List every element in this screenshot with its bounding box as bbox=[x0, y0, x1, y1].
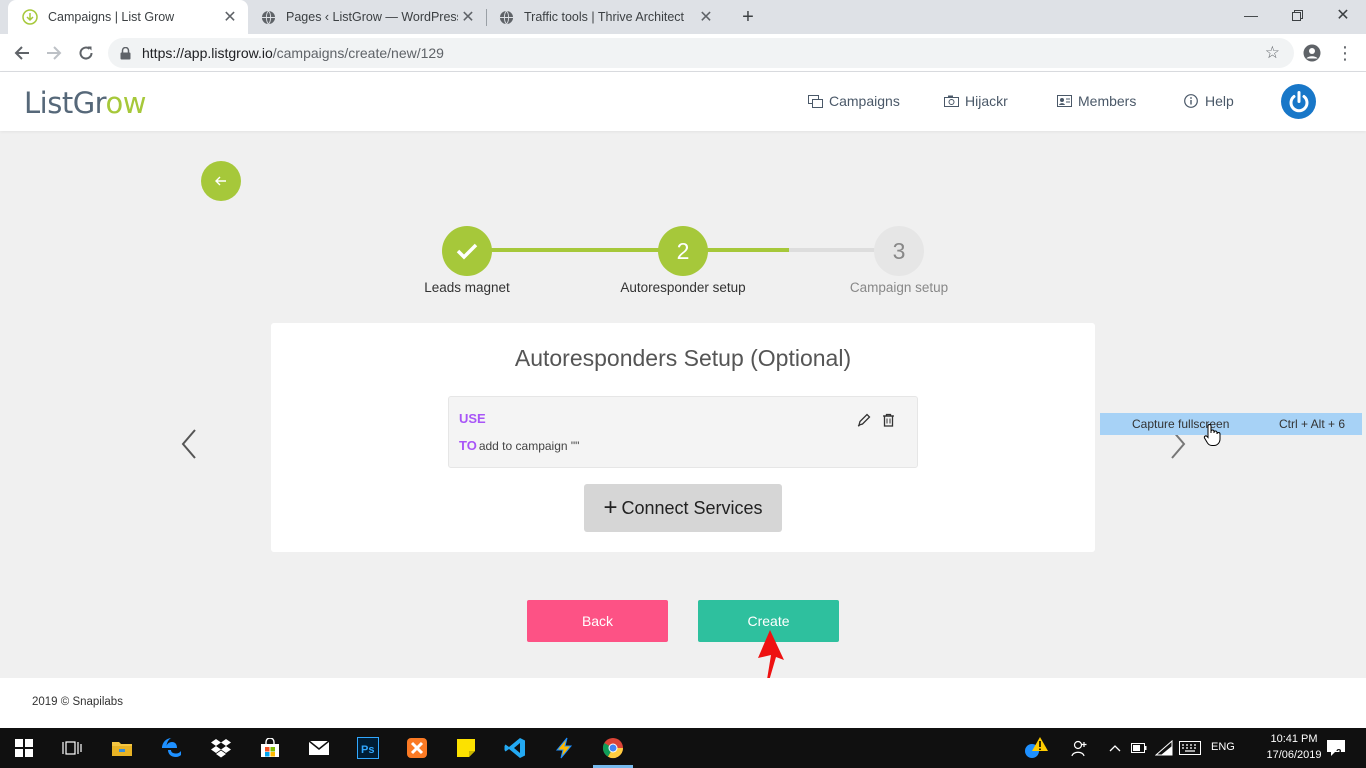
power-logout-button[interactable] bbox=[1281, 84, 1316, 119]
step-1-label: Leads magnet bbox=[424, 280, 510, 295]
step-2-number: 2 bbox=[676, 237, 690, 264]
close-window-icon[interactable]: ✕ bbox=[1320, 0, 1366, 30]
chrome-icon[interactable] bbox=[599, 734, 627, 762]
step-3-number: 3 bbox=[892, 237, 906, 264]
page-footer: 2019 © Snapilabs bbox=[0, 678, 1366, 728]
tab-title: Pages ‹ ListGrow — WordPress bbox=[286, 10, 458, 24]
battery-icon[interactable] bbox=[1125, 734, 1153, 762]
nav-help[interactable]: Help bbox=[1183, 93, 1234, 109]
nav-campaigns-label: Campaigns bbox=[829, 93, 900, 109]
microsoft-store-icon[interactable] bbox=[256, 734, 284, 762]
listgrow-logo[interactable]: ListGrow bbox=[24, 86, 146, 120]
step-1-circle[interactable] bbox=[442, 226, 492, 276]
back-arrow-icon[interactable] bbox=[9, 40, 35, 66]
step-2-circle[interactable]: 2 bbox=[658, 226, 708, 276]
to-text: add to campaign "" bbox=[478, 439, 580, 453]
nav-hijackr[interactable]: Hijackr bbox=[943, 93, 1008, 109]
arrow-left-icon bbox=[215, 176, 226, 186]
windows-taskbar: Ps ENG 10:41 PM 17/06/2019 2 bbox=[0, 728, 1366, 768]
nav-members-label: Members bbox=[1078, 93, 1137, 109]
listgrow-favicon-icon bbox=[22, 9, 38, 25]
forward-arrow-icon[interactable] bbox=[41, 40, 67, 66]
checkmark-icon bbox=[456, 243, 478, 260]
back-circle-button[interactable] bbox=[201, 161, 241, 201]
profile-avatar-icon[interactable] bbox=[1301, 42, 1323, 64]
app-header: ListGrow Campaigns Hijackr Members Help bbox=[0, 72, 1366, 131]
windows-start-icon[interactable] bbox=[10, 734, 38, 762]
people-icon[interactable] bbox=[1066, 734, 1094, 762]
connect-services-button[interactable]: + Connect Services bbox=[584, 484, 782, 532]
carousel-prev-arrow-icon[interactable] bbox=[177, 427, 201, 461]
close-tab-icon[interactable]: ✕ bbox=[696, 7, 716, 27]
browser-menu-icon[interactable]: ⋮ bbox=[1334, 42, 1356, 64]
step-3-label: Campaign setup bbox=[849, 280, 949, 295]
restore-window-icon[interactable] bbox=[1274, 0, 1320, 30]
file-explorer-icon[interactable] bbox=[108, 734, 136, 762]
browser-tab-bar: Campaigns | List Grow ✕ Pages ‹ ListGrow… bbox=[0, 0, 1366, 34]
plus-icon: + bbox=[603, 494, 618, 521]
campaigns-icon bbox=[807, 94, 823, 108]
globe-icon bbox=[498, 9, 514, 25]
photoshop-icon[interactable]: Ps bbox=[354, 734, 382, 762]
edge-browser-icon[interactable] bbox=[158, 734, 186, 762]
new-tab-plus-icon[interactable]: + bbox=[736, 5, 760, 29]
nav-campaigns[interactable]: Campaigns bbox=[807, 93, 900, 109]
input-language[interactable]: ENG bbox=[1211, 741, 1235, 753]
lightning-app-icon[interactable] bbox=[550, 734, 578, 762]
keyboard-icon[interactable] bbox=[1176, 734, 1204, 762]
nav-hijackr-label: Hijackr bbox=[965, 93, 1008, 109]
hand-cursor-icon bbox=[1203, 424, 1221, 446]
dropbox-icon[interactable] bbox=[207, 734, 235, 762]
xampp-icon[interactable] bbox=[403, 734, 431, 762]
globe-icon bbox=[260, 9, 276, 25]
tooltip-shortcut: Ctrl + Alt + 6 bbox=[1278, 417, 1345, 431]
to-row: TO add to campaign "" bbox=[459, 438, 579, 453]
copyright-text: 2019 © Snapilabs bbox=[32, 696, 123, 708]
info-icon bbox=[1183, 94, 1199, 108]
to-label: TO bbox=[459, 438, 477, 453]
card-title: Autoresponders Setup (Optional) bbox=[514, 345, 852, 371]
address-bar[interactable]: https://app.listgrow.io/campaigns/create… bbox=[108, 38, 1294, 68]
use-label: USE bbox=[459, 411, 486, 426]
id-card-icon bbox=[1056, 94, 1072, 108]
delete-trash-icon[interactable] bbox=[879, 411, 897, 429]
back-button[interactable]: Back bbox=[527, 600, 668, 642]
tab-title: Traffic tools | Thrive Architect bbox=[524, 10, 685, 24]
vscode-icon[interactable] bbox=[501, 734, 529, 762]
lock-icon bbox=[108, 46, 142, 60]
tab-thrive-architect[interactable]: Traffic tools | Thrive Architect ✕ bbox=[484, 0, 724, 34]
tab-wordpress-pages[interactable]: Pages ‹ ListGrow — WordPress ✕ bbox=[246, 0, 486, 34]
close-tab-icon[interactable]: ✕ bbox=[458, 7, 478, 27]
wifi-icon[interactable] bbox=[1150, 734, 1178, 762]
nav-members[interactable]: Members bbox=[1056, 93, 1136, 109]
nav-help-label: Help bbox=[1205, 93, 1234, 109]
url-path: /campaigns/create/new/129 bbox=[272, 45, 444, 61]
step-3-circle[interactable]: 3 bbox=[874, 226, 924, 276]
svg-text:Ps: Ps bbox=[361, 744, 374, 756]
close-tab-icon[interactable]: ✕ bbox=[220, 7, 240, 27]
minimize-icon[interactable]: ― bbox=[1228, 0, 1274, 30]
sticky-notes-icon[interactable] bbox=[452, 734, 480, 762]
step-2-label: Autoresponder setup bbox=[620, 280, 746, 295]
autoresponder-item: USE TO add to campaign "" bbox=[448, 396, 918, 468]
camera-icon bbox=[943, 94, 959, 108]
connect-services-label: Connect Services bbox=[621, 497, 763, 518]
url-host: https://app.listgrow.io bbox=[142, 45, 273, 61]
reload-icon[interactable] bbox=[73, 40, 99, 66]
bookmark-star-icon[interactable]: ☆ bbox=[1265, 43, 1280, 63]
capture-fullscreen-tooltip[interactable]: Capture fullscreen Ctrl + Alt + 6 bbox=[1100, 413, 1362, 435]
task-view-icon[interactable] bbox=[58, 734, 86, 762]
power-icon bbox=[1289, 90, 1308, 112]
mail-icon[interactable] bbox=[305, 734, 333, 762]
autoresponders-card: Autoresponders Setup (Optional) USE TO ad… bbox=[271, 323, 1095, 552]
notification-count: 2 bbox=[1336, 748, 1342, 759]
browser-toolbar: https://app.listgrow.io/campaigns/create… bbox=[0, 34, 1366, 72]
tab-title: Campaigns | List Grow bbox=[48, 10, 175, 24]
tab-campaigns[interactable]: Campaigns | List Grow ✕ bbox=[8, 0, 248, 34]
stepper-line-complete bbox=[467, 248, 789, 252]
edit-pencil-icon[interactable] bbox=[855, 411, 873, 429]
security-warning-icon[interactable] bbox=[1022, 734, 1050, 762]
